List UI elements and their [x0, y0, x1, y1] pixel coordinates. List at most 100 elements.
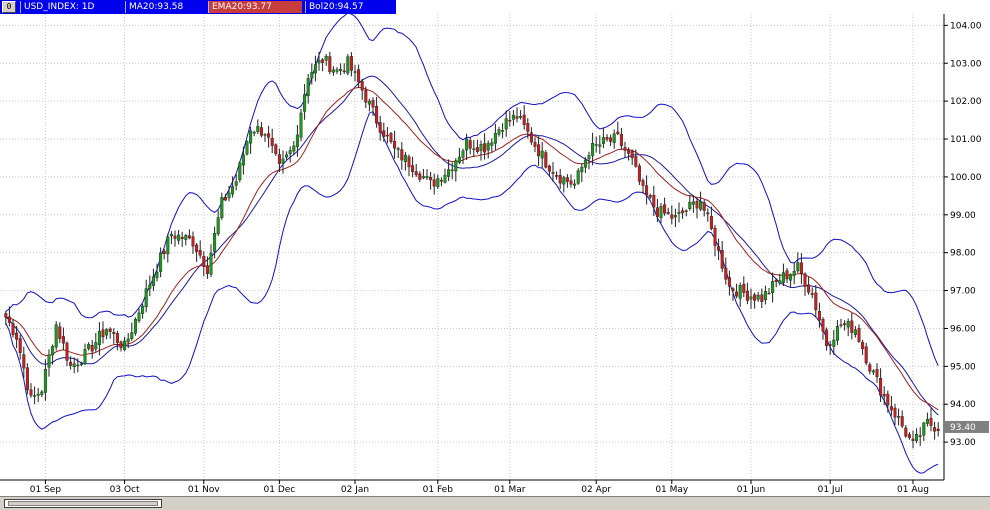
candle-body: [511, 114, 515, 120]
candle-body: [187, 235, 191, 239]
candle-body: [778, 280, 782, 284]
chart-menu-icon[interactable]: 0: [2, 1, 16, 13]
candle-body: [457, 156, 461, 163]
candle-body: [144, 288, 148, 308]
candle-body: [889, 406, 893, 411]
bollinger-label[interactable]: Bol20:94.57: [305, 1, 395, 13]
candle-body: [303, 94, 307, 112]
candle-body: [436, 178, 440, 188]
candle-body: [18, 338, 22, 354]
candle-body: [349, 56, 353, 71]
candle-body: [594, 144, 598, 146]
candle-body: [915, 434, 919, 441]
candle-body: [11, 323, 15, 336]
candle-body: [724, 267, 728, 280]
candle-body: [771, 281, 775, 293]
candle-body: [76, 364, 80, 367]
candle-body: [598, 144, 602, 147]
chart-canvas[interactable]: 93.00 94.00 95.00 96.00 97.00 98.00 99.00 100.0…: [0, 14, 990, 496]
candle-body: [789, 274, 793, 281]
candle-body: [879, 377, 883, 396]
candle-body: [803, 273, 807, 287]
candle-body: [641, 180, 645, 186]
candle-body: [148, 284, 152, 289]
symbol-label[interactable]: USD_INDEX: 1D: [20, 1, 122, 13]
candle-body: [29, 389, 33, 396]
candle-body: [205, 265, 209, 275]
candle-body: [699, 201, 703, 210]
candle-body: [378, 122, 382, 133]
candle-body: [429, 176, 433, 181]
candle-body: [450, 169, 454, 172]
candle-body: [25, 367, 29, 391]
candle-body: [51, 346, 55, 356]
candle-body: [850, 320, 854, 333]
candle-body: [54, 324, 58, 348]
candle-body: [115, 333, 119, 343]
candle-body: [195, 244, 199, 252]
candle-body: [727, 277, 731, 287]
candle-body: [731, 288, 735, 291]
candle-body: [97, 331, 101, 345]
candle-body: [875, 369, 879, 378]
y-tick-label: 100.00: [950, 173, 982, 183]
candle-body: [533, 141, 537, 147]
candle-body: [828, 344, 832, 346]
ma20-label[interactable]: MA20:93.58: [125, 1, 205, 13]
candle-body: [706, 212, 710, 215]
candle-body: [4, 313, 8, 318]
candle-body: [267, 133, 271, 138]
candle-body: [821, 319, 825, 332]
ema20-label[interactable]: EMA20:93.77: [208, 1, 302, 13]
candle-body: [846, 321, 850, 328]
candle-body: [169, 233, 173, 237]
candle-body: [22, 354, 26, 369]
x-tick-label: 03 Oct: [110, 485, 140, 495]
candle-body: [601, 137, 605, 144]
chart-window: 0 USD_INDEX: 1D MA20:93.58 EMA20:93.77 B…: [0, 0, 990, 510]
candle-body: [713, 227, 717, 247]
candle-body: [745, 290, 749, 301]
candle-body: [69, 361, 73, 366]
candle-body: [285, 154, 289, 158]
candle-body: [184, 235, 188, 240]
candle-body: [659, 206, 663, 219]
candle-body: [414, 171, 418, 176]
scroll-thumb[interactable]: [8, 501, 158, 506]
candle-body: [162, 250, 166, 254]
candle-body: [655, 207, 659, 217]
candle-body: [101, 329, 105, 338]
candle-body: [810, 293, 814, 295]
candle-body: [367, 100, 371, 105]
candle-body: [904, 427, 908, 437]
candle-body: [403, 154, 407, 163]
candle-body: [767, 292, 771, 295]
y-tick-label: 95.00: [950, 362, 976, 372]
candle-body: [130, 332, 134, 339]
candle-body: [936, 428, 940, 431]
y-tick-label: 102.00: [950, 97, 982, 107]
candle-body: [583, 159, 587, 168]
candle-body: [709, 215, 713, 229]
candle-body: [475, 147, 479, 152]
candle-body: [306, 78, 310, 97]
candle-body: [526, 123, 530, 132]
candle-body: [133, 318, 137, 334]
candle-body: [213, 233, 217, 252]
candle-body: [864, 346, 868, 364]
candle-body: [288, 150, 292, 155]
x-tick-label: 01 Feb: [423, 485, 454, 495]
y-tick-label: 99.00: [950, 211, 976, 221]
candle-body: [529, 132, 533, 143]
candle-body: [191, 236, 195, 247]
candle-body: [616, 131, 620, 135]
candle-body: [119, 341, 123, 349]
candle-body: [79, 363, 83, 366]
candle-body: [814, 292, 818, 311]
horizontal-scrollbar[interactable]: [0, 496, 990, 510]
candle-body: [630, 151, 634, 159]
candle-body: [749, 296, 753, 300]
y-tick-label: 98.00: [950, 249, 976, 259]
candle-body: [555, 175, 559, 177]
price-chart[interactable]: 93.00 94.00 95.00 96.00 97.00 98.00 99.00 100.0…: [0, 14, 990, 496]
